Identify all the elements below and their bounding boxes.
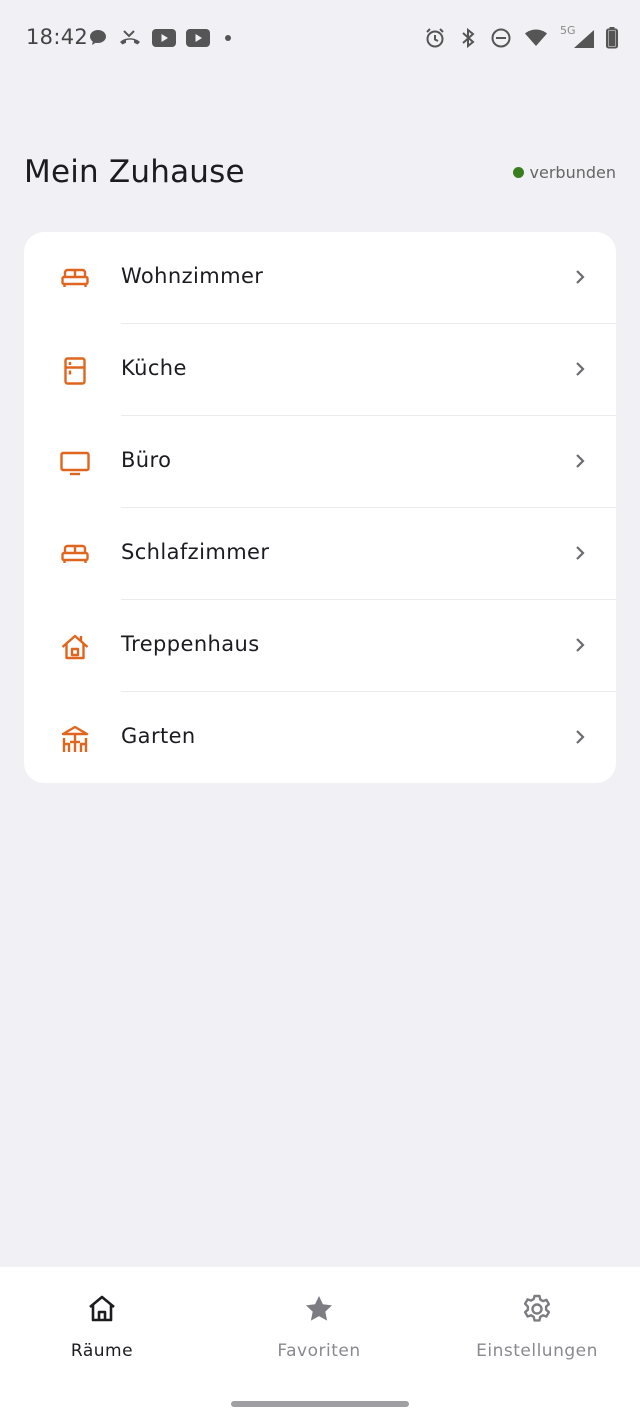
room-label: Garten [121, 724, 196, 748]
youtube-icon [152, 29, 176, 47]
room-item-buero[interactable]: Büro [24, 416, 616, 508]
nav-label: Räume [70, 1341, 134, 1361]
nav-label: Favoriten [277, 1341, 361, 1361]
connection-status: verbunden [512, 163, 616, 182]
room-label: Büro [121, 448, 172, 472]
bottom-navigation: Räume Favoriten Einstellungen [0, 1267, 640, 1422]
chevron-right-icon [576, 362, 585, 376]
home-icon [89, 1295, 115, 1322]
notification-icons [88, 26, 236, 50]
sofa-icon [61, 544, 89, 563]
page-header: Mein Zuhause verbunden [24, 150, 616, 202]
missed-call-icon [120, 30, 140, 45]
status-time: 18:42 [26, 25, 89, 49]
house-icon [61, 634, 89, 660]
room-item-kueche[interactable]: Küche [24, 324, 616, 416]
page-title: Mein Zuhause [24, 154, 245, 190]
rooms-list: Wohnzimmer Küche Büro Schlafzimmer Trepp… [24, 232, 616, 783]
room-item-garten[interactable]: Garten [24, 692, 616, 783]
status-dot-icon [512, 167, 524, 178]
room-label: Küche [121, 356, 187, 380]
chevron-right-icon [576, 270, 585, 284]
nav-tab-favoriten[interactable]: Favoriten [219, 1267, 419, 1377]
room-label: Schlafzimmer [121, 540, 270, 564]
fridge-icon [64, 357, 86, 385]
monitor-icon [60, 451, 90, 476]
gear-icon [523, 1294, 551, 1322]
bluetooth-icon [462, 27, 475, 49]
chevron-right-icon [576, 454, 585, 468]
chevron-right-icon [576, 730, 585, 744]
room-label: Wohnzimmer [121, 264, 264, 288]
room-item-schlafzimmer[interactable]: Schlafzimmer [24, 508, 616, 600]
star-icon [306, 1296, 332, 1321]
garden-gazebo-icon [61, 725, 89, 752]
chat-bubble-icon [90, 30, 106, 45]
system-icons: 5G [424, 24, 618, 51]
room-label: Treppenhaus [121, 632, 260, 656]
nav-tab-einstellungen[interactable]: Einstellungen [437, 1267, 637, 1377]
sofa-icon [61, 268, 89, 287]
nav-tab-raeume[interactable]: Räume [2, 1267, 202, 1377]
signal-5g-icon: 5G [560, 24, 594, 50]
room-item-wohnzimmer[interactable]: Wohnzimmer [24, 232, 616, 324]
alarm-icon [426, 28, 444, 48]
youtube-icon [186, 29, 210, 47]
chevron-right-icon [576, 546, 585, 560]
status-bar: 18:42 5G [0, 0, 640, 76]
do-not-disturb-icon [491, 28, 511, 48]
gesture-bar[interactable] [231, 1401, 409, 1407]
dot-icon [225, 35, 231, 41]
battery-icon [606, 27, 618, 49]
connection-status-label: verbunden [529, 163, 616, 182]
wifi-icon [525, 29, 547, 46]
nav-label: Einstellungen [476, 1341, 598, 1361]
chevron-right-icon [576, 638, 585, 652]
room-item-treppenhaus[interactable]: Treppenhaus [24, 600, 616, 692]
